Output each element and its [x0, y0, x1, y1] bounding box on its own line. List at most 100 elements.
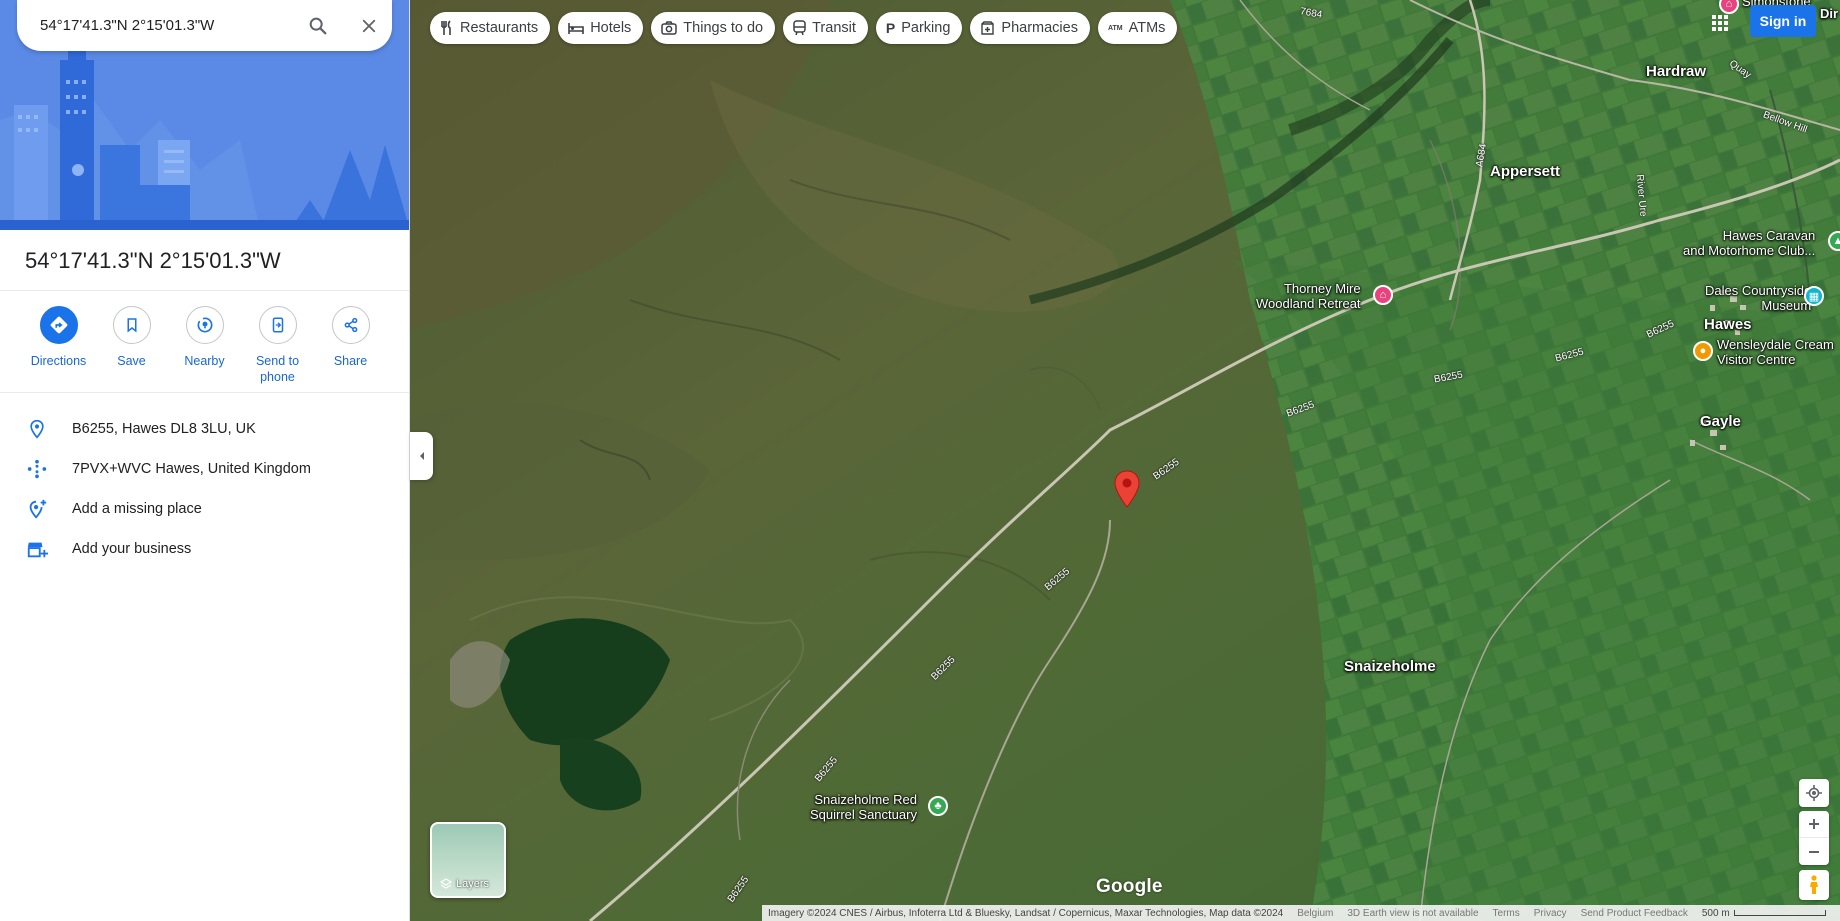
food-icon[interactable]: ● — [1693, 341, 1713, 361]
parking-icon: P — [885, 20, 896, 36]
chip-parking[interactable]: P Parking — [875, 12, 963, 44]
town-label-hawes: Hawes — [1704, 316, 1752, 333]
town-label-hardraw: Hardraw — [1646, 63, 1707, 80]
sign-in-button[interactable]: Sign in — [1750, 5, 1816, 37]
poi-label-squirrel-sanctuary[interactable]: Snaizeholme Red Squirrel Sanctuary — [810, 792, 917, 822]
town-label-dir: Dir — [1820, 6, 1839, 21]
add-missing-place-row[interactable]: Add a missing place — [0, 489, 409, 529]
feedback-link[interactable]: Send Product Feedback — [1581, 908, 1688, 919]
chip-label: Parking — [901, 20, 951, 36]
google-logo: Google — [1096, 876, 1163, 897]
nearby-icon — [197, 317, 212, 333]
country-link[interactable]: Belgium — [1297, 908, 1333, 919]
add-business-text: Add your business — [72, 541, 192, 557]
map-pin-marker[interactable] — [1114, 470, 1140, 508]
place-info-list: B6255, Hawes DL8 3LU, UK 7PVX+WVC Hawes,… — [0, 409, 409, 569]
place-title: 54°17'41.3"N 2°15'01.3"W — [25, 248, 281, 273]
terms-link[interactable]: Terms — [1493, 908, 1520, 919]
chip-hotels[interactable]: Hotels — [558, 12, 644, 44]
directions-label: Directions — [30, 354, 87, 368]
privacy-link[interactable]: Privacy — [1534, 908, 1567, 919]
chip-label: Things to do — [683, 20, 764, 36]
poi-label-hawes-caravan[interactable]: Hawes Caravan and Motorhome Club... — [1683, 228, 1815, 258]
clear-search-button[interactable] — [355, 12, 383, 40]
address-row[interactable]: B6255, Hawes DL8 3LU, UK — [0, 409, 409, 449]
atm-icon: ATM — [1107, 24, 1123, 32]
restaurant-icon — [441, 20, 451, 35]
plus-code-icon — [27, 459, 47, 479]
scale-label: 500 m — [1701, 907, 1730, 919]
collapse-panel-button[interactable] — [410, 432, 433, 480]
town-label-gayle: Gayle — [1700, 413, 1741, 430]
directions-button[interactable]: Directions — [22, 306, 95, 385]
transit-icon — [793, 20, 806, 36]
town-label-appersett: Appersett — [1490, 163, 1561, 180]
add-missing-place-text: Add a missing place — [72, 501, 202, 517]
search-button[interactable] — [304, 12, 332, 40]
plus-code-text: 7PVX+WVC Hawes, United Kingdom — [72, 461, 311, 477]
nearby-label: Nearby — [184, 354, 225, 368]
send-to-phone-button[interactable]: Send to phone — [241, 306, 314, 385]
search-input[interactable] — [40, 17, 290, 34]
chevron-left-icon — [419, 452, 424, 460]
map-footer: Imagery ©2024 CNES / Airbus, Infoterra L… — [762, 905, 1840, 921]
chip-pharmacies[interactable]: Pharmacies — [970, 12, 1090, 44]
search-box — [17, 0, 392, 51]
apps-grid-icon — [1712, 15, 1728, 31]
plus-icon — [1809, 819, 1819, 829]
search-icon — [309, 17, 327, 35]
street-view-pegman[interactable] — [1799, 870, 1829, 900]
zoom-in-button[interactable] — [1799, 811, 1829, 838]
side-panel: 54°17'41.3"N 2°15'01.3"W Directions Save — [0, 0, 410, 921]
pharmacy-icon — [981, 20, 995, 35]
minus-icon — [1809, 850, 1819, 853]
plus-code-row[interactable]: 7PVX+WVC Hawes, United Kingdom — [0, 449, 409, 489]
chip-label: Transit — [812, 20, 856, 36]
park-icon[interactable]: ♣ — [928, 796, 948, 816]
museum-icon[interactable]: ▦ — [1804, 286, 1824, 306]
camera-icon — [661, 21, 678, 35]
nearby-button[interactable]: Nearby — [168, 306, 241, 385]
zoom-out-button[interactable] — [1799, 838, 1829, 865]
hotel-icon — [568, 23, 584, 34]
save-button[interactable]: Save — [95, 306, 168, 385]
share-label: Share — [333, 354, 368, 368]
share-button[interactable]: Share — [314, 306, 387, 385]
directions-icon — [50, 316, 67, 334]
scale-bar — [1733, 909, 1826, 916]
chip-things-to-do[interactable]: Things to do — [651, 12, 776, 44]
imagery-attribution: Imagery ©2024 CNES / Airbus, Infoterra L… — [768, 907, 1284, 919]
save-label: Save — [117, 354, 146, 368]
scale-indicator[interactable]: 500 m — [1702, 908, 1826, 919]
chip-label: Hotels — [590, 20, 632, 36]
address-text: B6255, Hawes DL8 3LU, UK — [72, 421, 256, 437]
town-label-snaizeholme: Snaizeholme — [1344, 658, 1436, 675]
layers-icon — [440, 878, 452, 889]
divider — [0, 392, 409, 393]
location-pin-icon — [30, 419, 44, 439]
close-icon — [362, 19, 376, 33]
layers-label: Layers — [456, 878, 490, 890]
satellite-map[interactable]: 7684 A684 River Ure Quay Bellow Hill Har… — [410, 0, 1840, 921]
chip-atms[interactable]: ATM ATMs — [1097, 12, 1178, 44]
hotel-icon[interactable]: ⌂ — [1373, 285, 1393, 305]
add-business-icon — [27, 542, 48, 558]
poi-label-wensleydale[interactable]: Wensleydale Cream Visitor Centre — [1717, 337, 1834, 367]
pegman-icon — [1810, 875, 1818, 894]
layers-button[interactable]: Layers — [430, 822, 506, 898]
chip-restaurants[interactable]: Restaurants — [430, 12, 551, 44]
google-apps-button[interactable] — [1706, 9, 1734, 37]
action-bar: Directions Save Nearby Send to phone Sha… — [22, 306, 387, 385]
my-location-button[interactable] — [1799, 779, 1829, 807]
chip-label: ATMs — [1128, 20, 1166, 36]
chip-transit[interactable]: Transit — [783, 12, 868, 44]
poi-label-dales-museum[interactable]: Dales Countryside Museum — [1705, 283, 1811, 313]
divider — [0, 290, 409, 291]
add-business-row[interactable]: Add your business — [0, 529, 409, 569]
chip-label: Restaurants — [460, 20, 539, 36]
poi-label-thorney-mire[interactable]: Thorney Mire Woodland Retreat — [1256, 281, 1361, 311]
category-chips: Restaurants Hotels Things to do Transit … — [430, 12, 1178, 44]
share-icon — [344, 317, 357, 333]
my-location-icon — [1806, 785, 1822, 801]
phone-icon — [272, 317, 283, 333]
